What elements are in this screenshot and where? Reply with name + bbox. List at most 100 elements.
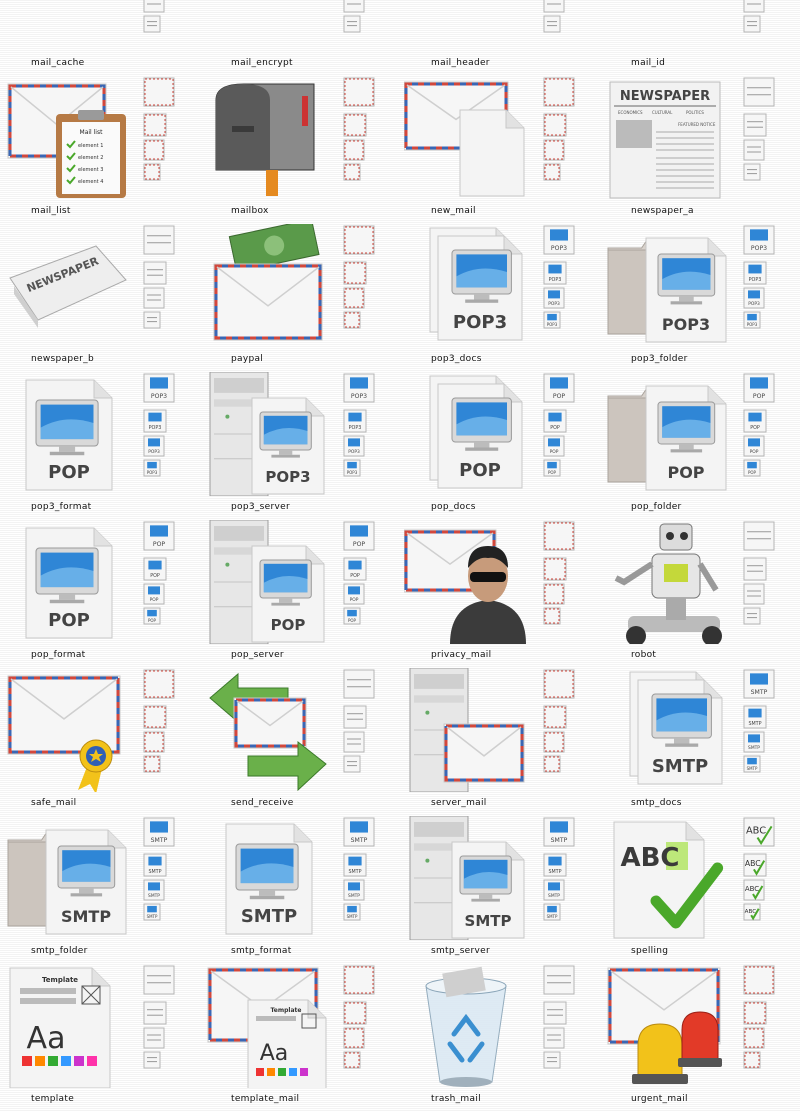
icon-label: privacy_mail (431, 650, 492, 660)
svg-text:POP3: POP3 (662, 315, 710, 334)
send-receive-small-icon (343, 669, 375, 773)
svg-text:SMTP: SMTP (748, 745, 760, 751)
server-monitor-icon: SMTP (409, 816, 525, 940)
icon-label: trash_mail (431, 1094, 481, 1104)
icon-tile-smtp-docs[interactable]: SMTP SMTP SMTP SMTP SMTP smtp_docs (600, 664, 800, 812)
icon-tile-pop3-docs[interactable]: POP3 POP3 POP3 POP3 POP3 pop3_docs (400, 220, 600, 368)
svg-text:POP: POP (459, 460, 501, 481)
folder-monitor-small-icon: SMTP SMTP SMTP SMTP (143, 817, 175, 921)
doc-monitor-small-icon: POP3 POP3 POP3 POP3 (143, 373, 175, 477)
icon-sheet: mail_cache $.&^*//[!] mail_encrypt mail_… (0, 0, 800, 1112)
icon-label: urgent_mail (631, 1094, 688, 1104)
svg-text:POP3: POP3 (147, 470, 158, 475)
newspaper-small-icon (743, 77, 775, 181)
svg-text:SMTP: SMTP (465, 912, 512, 930)
svg-text:POP: POP (553, 393, 566, 400)
icon-label: pop3_format (31, 502, 92, 512)
icon-tile-pop-folder[interactable]: POP POP POP POP POP pop_folder (600, 368, 800, 516)
icon-label: smtp_format (231, 946, 292, 956)
mailbox-small-icon (343, 77, 375, 181)
svg-text:SMTP: SMTP (748, 721, 761, 727)
svg-text:POP: POP (271, 616, 306, 634)
agent-mail-small-icon (543, 521, 575, 625)
icon-label: send_receive (231, 798, 294, 808)
icon-label: pop_docs (431, 502, 476, 512)
svg-text:POP3: POP3 (453, 312, 507, 333)
svg-text:POP3: POP3 (751, 245, 767, 252)
icon-tile-mail-encrypt[interactable]: $.&^*//[!] mail_encrypt (200, 0, 400, 72)
icon-tile-server-mail[interactable]: server_mail (400, 664, 600, 812)
icon-label: pop_folder (631, 502, 682, 512)
svg-text:POP3: POP3 (349, 425, 362, 431)
spelling-icon: ABC (613, 821, 724, 939)
icon-tile-mailbox[interactable]: mailbox (200, 72, 400, 220)
icon-tile-robot[interactable]: robot (600, 516, 800, 664)
svg-text:POP: POP (550, 425, 560, 431)
icon-tile-pop3-folder[interactable]: POP3 POP3 POP3 POP3 POP3 pop3_folder (600, 220, 800, 368)
svg-text:POP3: POP3 (547, 322, 558, 327)
template-small-icon (143, 965, 175, 1069)
svg-text:POP: POP (48, 462, 90, 483)
svg-text:NEWSPAPER: NEWSPAPER (620, 89, 710, 104)
icon-tile-spelling[interactable]: ABC ABC ABC ABC ABC spelling (600, 812, 800, 960)
icon-tile-smtp-folder[interactable]: SMTP SMTP SMTP SMTP SMTP smtp_folder (0, 812, 200, 960)
icon-tile-template-mail[interactable]: Template Aa template_mail (200, 960, 400, 1108)
icon-tile-send-receive[interactable]: send_receive (200, 664, 400, 812)
icon-label: smtp_docs (631, 798, 682, 808)
icon-tile-newspaper-a[interactable]: NEWSPAPER ECONOMICS CULTURAL POLITICS FEATUR… (600, 72, 800, 220)
svg-text:SMTP: SMTP (61, 907, 111, 926)
icon-tile-pop-docs[interactable]: POP POP POP POP POP pop_docs (400, 368, 600, 516)
icon-label: spelling (631, 946, 669, 956)
icon-tile-privacy-mail[interactable]: privacy_mail (400, 516, 600, 664)
id-card-icon: Identification Card (604, 0, 728, 52)
icon-tile-smtp-format[interactable]: SMTP SMTP SMTP SMTP SMTP smtp_format (200, 812, 400, 960)
svg-text:POP: POP (148, 618, 157, 623)
new-mail-small-icon (543, 77, 575, 181)
icon-tile-pop3-server[interactable]: POP3 POP3 POP3 POP3 POP3 pop3_server (200, 368, 400, 516)
svg-text:POP: POP (753, 393, 766, 400)
svg-text:CULTURAL: CULTURAL (652, 110, 673, 115)
icon-label: newspaper_a (631, 206, 694, 216)
icon-tile-template[interactable]: Template Aa template (0, 960, 200, 1108)
svg-text:element 1: element 1 (78, 143, 103, 149)
svg-text:POP: POP (150, 597, 159, 603)
robot-icon (614, 523, 722, 644)
icon-tile-trash-mail[interactable]: trash_mail (400, 960, 600, 1108)
svg-text:POP: POP (353, 541, 366, 548)
doc-monitor-icon: POP (25, 527, 113, 639)
icon-tile-mail-id[interactable]: Identification Card mail_id (600, 0, 800, 72)
svg-text:SMTP: SMTP (351, 837, 368, 844)
svg-text:POP3: POP3 (749, 277, 762, 283)
mailbox-icon (215, 83, 315, 196)
svg-text:POP: POP (150, 573, 160, 579)
icon-tile-paypal[interactable]: paypal (200, 220, 400, 368)
icon-label: mail_encrypt (231, 58, 293, 68)
svg-text:POP: POP (748, 470, 757, 475)
icon-tile-mail-list[interactable]: Mail list element 1 element 2 element 3 elem… (0, 72, 200, 220)
svg-text:POP: POP (48, 610, 90, 631)
server-monitor-small-icon: POP3 POP3 POP3 POP3 (343, 373, 375, 477)
icon-label: paypal (231, 354, 264, 364)
icon-label: pop3_server (231, 502, 290, 512)
svg-text:ABC: ABC (745, 909, 757, 915)
icon-tile-mail-header[interactable]: mail_header (400, 0, 600, 72)
icon-tile-new-mail[interactable]: new_mail (400, 72, 600, 220)
mail-list-icon: Mail list element 1 element 2 element 3 elem… (7, 83, 126, 198)
icon-tile-smtp-server[interactable]: SMTP SMTP SMTP SMTP SMTP smtp_server (400, 812, 600, 960)
folder-monitor-icon: POP3 (607, 237, 727, 343)
svg-text:POP3: POP3 (748, 301, 760, 307)
icon-tile-newspaper-b[interactable]: NEWSPAPER newspaper_b (0, 220, 200, 368)
icon-tile-pop3-format[interactable]: POP POP3 POP3 POP3 POP3 pop3_format (0, 368, 200, 516)
icon-tile-urgent-mail[interactable]: urgent_mail (600, 960, 800, 1108)
svg-text:SMTP: SMTP (547, 914, 558, 919)
newspaper-icon: NEWSPAPER ECONOMICS CULTURAL POLITICS FEATUR… (609, 81, 721, 199)
icon-label: pop_format (31, 650, 86, 660)
svg-text:element 2: element 2 (78, 155, 103, 161)
encrypt-icon: $.&^*//[!] (204, 0, 328, 52)
icon-tile-pop-server[interactable]: POP POP POP POP POP pop_server (200, 516, 400, 664)
template-mail-small-icon (343, 965, 375, 1069)
icon-tile-pop-format[interactable]: POP POP POP POP POP pop_format (0, 516, 200, 664)
icon-tile-mail-cache[interactable]: mail_cache (0, 0, 200, 72)
icon-tile-safe-mail[interactable]: safe_mail (0, 664, 200, 812)
agent-mail-icon (404, 529, 526, 644)
